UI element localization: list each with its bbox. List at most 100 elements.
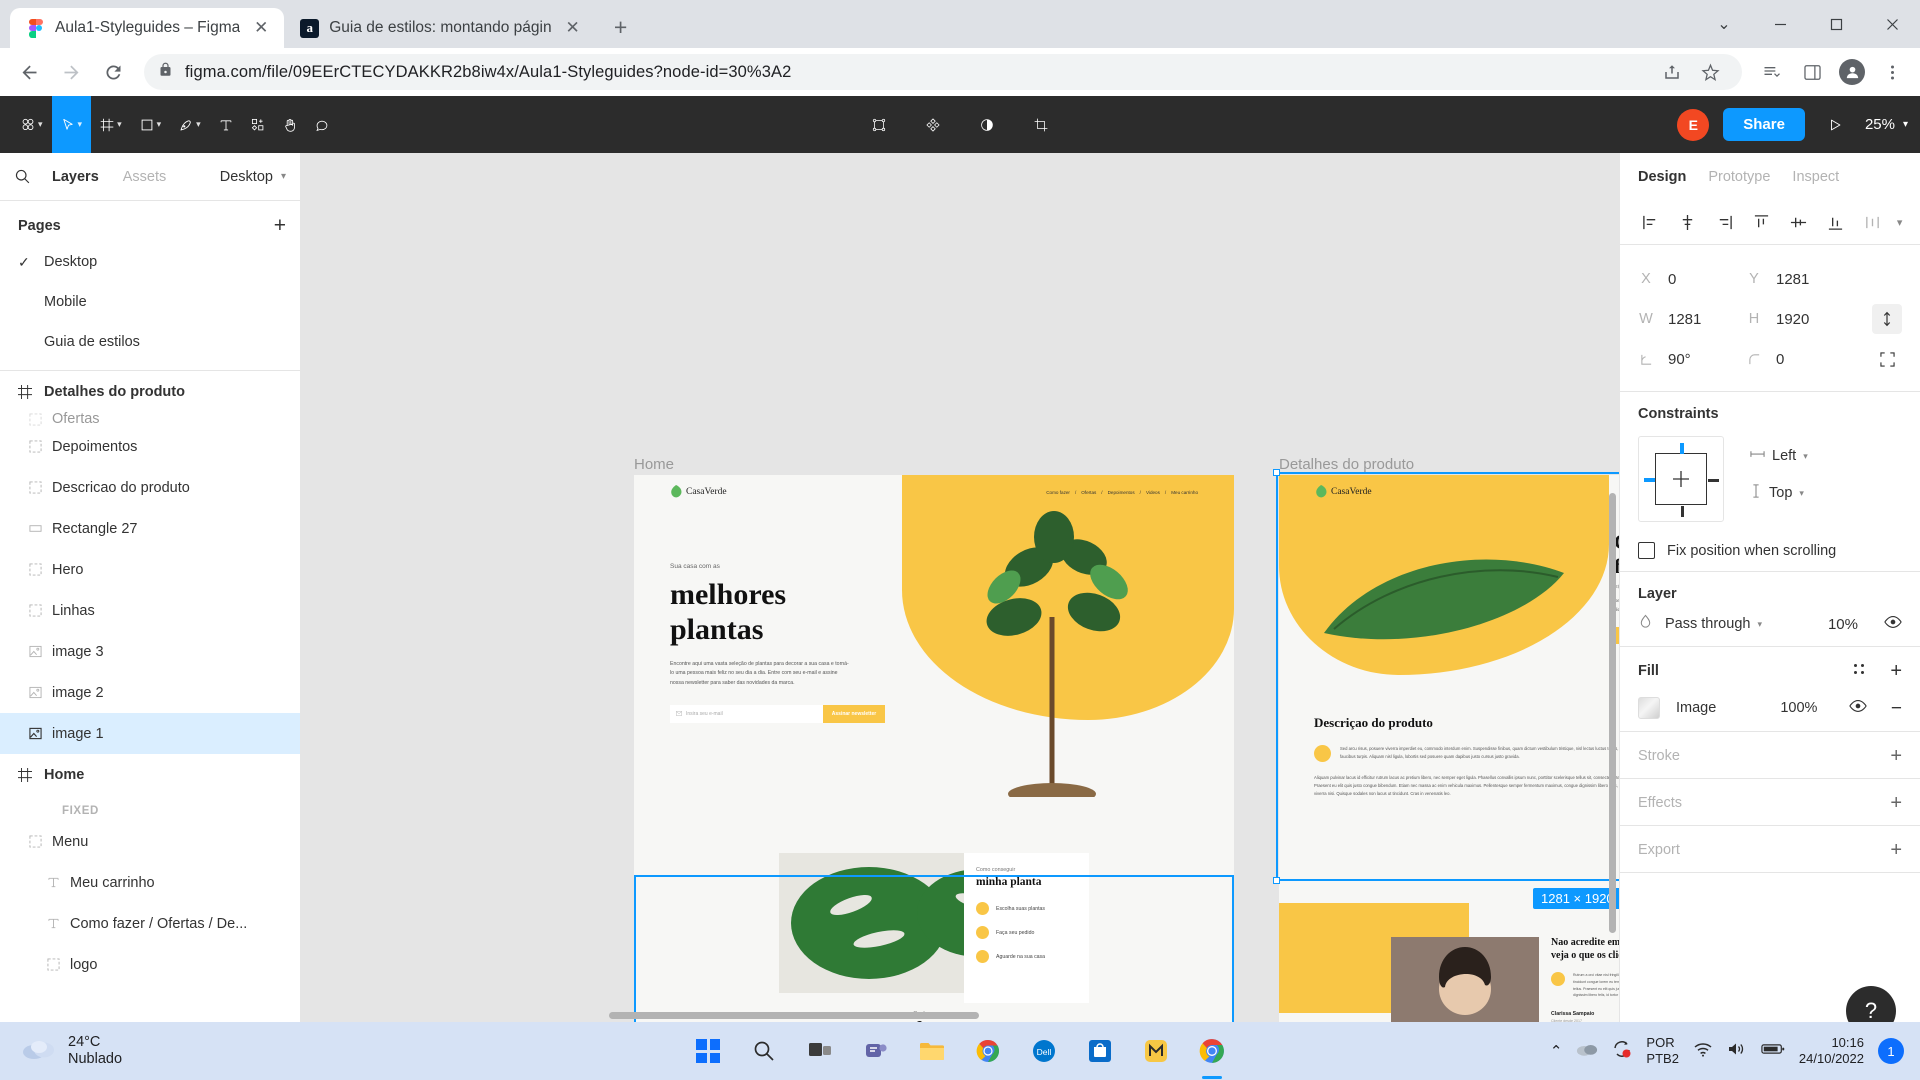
align-left-icon[interactable] [1632, 205, 1669, 241]
wifi-icon[interactable] [1693, 1041, 1713, 1062]
clock-widget[interactable]: 10:16 24/10/2022 [1799, 1035, 1864, 1068]
constraint-tick-left[interactable] [1644, 478, 1655, 482]
canvas-horizontal-scrollbar[interactable] [609, 1012, 979, 1019]
nav-link[interactable]: Ofertas [1081, 490, 1096, 495]
align-horizontal-center-icon[interactable] [1669, 205, 1706, 241]
teams-icon[interactable] [859, 1034, 893, 1068]
contrast-icon[interactable] [971, 96, 1003, 153]
minimize-icon[interactable] [1752, 0, 1808, 48]
tab-design[interactable]: Design [1638, 169, 1686, 185]
browser-tab-figma[interactable]: Aula1-Styleguides – Figma ✕ [10, 8, 285, 48]
new-tab-button[interactable]: + [604, 10, 638, 44]
notification-badge[interactable]: 1 [1878, 1038, 1904, 1064]
text-tool[interactable] [210, 96, 242, 153]
chrome-icon[interactable] [971, 1034, 1005, 1068]
close-icon[interactable]: ✕ [562, 17, 584, 39]
page-item-mobile[interactable]: Mobile [0, 282, 300, 322]
chevron-down-icon[interactable]: ⌄ [1696, 0, 1752, 48]
nav-link[interactable]: Como fazer [1046, 490, 1070, 495]
component-tool[interactable] [242, 96, 274, 153]
maximize-icon[interactable] [1808, 0, 1864, 48]
task-view-icon[interactable] [803, 1034, 837, 1068]
add-effect-button[interactable]: + [1890, 793, 1902, 813]
reading-list-icon[interactable] [1754, 54, 1790, 90]
add-stroke-button[interactable]: + [1890, 746, 1902, 766]
layer-item-image-3[interactable]: image 3 [0, 631, 300, 672]
constrain-proportions-icon[interactable] [1872, 304, 1902, 334]
chrome-menu-icon[interactable] [1874, 54, 1910, 90]
align-top-icon[interactable] [1743, 205, 1780, 241]
email-input[interactable]: Insira seu e-mail [670, 704, 823, 723]
share-icon[interactable] [1654, 54, 1690, 90]
align-vertical-center-icon[interactable] [1780, 205, 1817, 241]
layer-opacity-value[interactable]: 10% [1828, 616, 1858, 633]
crop-icon[interactable] [1025, 96, 1057, 153]
constraint-tick-right[interactable] [1708, 478, 1719, 482]
independent-corners-icon[interactable] [1872, 344, 1902, 374]
zoom-control[interactable]: 25% ▾ [1865, 116, 1908, 133]
frame-label-detalhes[interactable]: Detalhes do produto [1279, 456, 1414, 473]
nav-link[interactable]: Meu carrinho [1171, 490, 1198, 495]
add-fill-button[interactable]: + [1890, 661, 1902, 681]
browser-tab-alura[interactable]: a Guia de estilos: montando págin ✕ [284, 8, 596, 48]
layer-item-image-1[interactable]: image 1 [0, 713, 300, 754]
figma-canvas[interactable]: Home Detalhes do produto CasaVerde Como … [301, 153, 1619, 1022]
align-bottom-icon[interactable] [1817, 205, 1854, 241]
side-panel-icon[interactable] [1794, 54, 1830, 90]
fill-swatch[interactable] [1638, 697, 1660, 719]
figma-menu-button[interactable]: ▾ [12, 96, 52, 153]
back-icon[interactable] [10, 53, 48, 91]
layer-item-home[interactable]: Home [0, 754, 300, 795]
dell-icon[interactable]: Dell [1027, 1034, 1061, 1068]
layer-item-meu-carrinho[interactable]: Meu carrinho [0, 862, 300, 903]
layer-item-hero[interactable]: Hero [0, 549, 300, 590]
page-item-guia-de-estilos[interactable]: Guia de estilos [0, 322, 300, 362]
volume-icon[interactable] [1727, 1041, 1747, 1062]
present-button[interactable] [1819, 96, 1851, 153]
x-value[interactable]: 0 [1668, 271, 1676, 288]
file-explorer-icon[interactable] [915, 1034, 949, 1068]
comment-tool[interactable] [306, 96, 338, 153]
eye-icon[interactable] [1849, 699, 1867, 718]
newsletter-form[interactable]: Insira seu e-mail Assinar newsletter [670, 704, 885, 723]
constraint-vertical-dropdown[interactable]: Top ▾ [1750, 484, 1808, 502]
forward-icon[interactable] [52, 53, 90, 91]
frame-label-home[interactable]: Home [634, 456, 674, 473]
artboard-home[interactable]: CasaVerde Como fazer / Ofertas / Depoiment… [634, 475, 1234, 1022]
battery-icon[interactable] [1761, 1042, 1785, 1061]
eye-icon[interactable] [1884, 615, 1902, 634]
search-icon[interactable] [14, 168, 40, 185]
fix-position-row[interactable]: Fix position when scrolling [1638, 542, 1902, 559]
page-selector[interactable]: Desktop ▾ [220, 169, 286, 185]
start-icon[interactable] [691, 1034, 725, 1068]
nav-link[interactable]: Depoimentos [1108, 490, 1135, 495]
close-window-icon[interactable] [1864, 0, 1920, 48]
h-value[interactable]: 1920 [1776, 311, 1809, 328]
page-item-desktop[interactable]: ✓ Desktop [0, 242, 300, 282]
weather-widget[interactable]: 24°C Nublado [0, 1034, 122, 1069]
layer-item-linhas[interactable]: Linhas [0, 590, 300, 631]
share-button[interactable]: Share [1723, 108, 1805, 141]
constraint-horizontal-dropdown[interactable]: Left ▾ [1750, 448, 1808, 464]
layer-item-ofertas[interactable]: Ofertas [0, 412, 300, 426]
layer-item-descricao-do-produto[interactable]: Descricao do produto [0, 467, 300, 508]
corner-radius-value[interactable]: 0 [1776, 351, 1784, 368]
selection-handle-bl[interactable] [1273, 877, 1280, 884]
plugins-icon[interactable] [917, 96, 949, 153]
layer-item-menu[interactable]: Menu [0, 821, 300, 862]
layer-item-detalhes-do-produto[interactable]: Detalhes do produto [0, 371, 300, 412]
layer-item-como-fazer-ofertas[interactable]: Como fazer / Ofertas / De... [0, 903, 300, 944]
shape-tool[interactable]: ▾ [131, 96, 171, 153]
tab-inspect[interactable]: Inspect [1792, 169, 1839, 185]
constraint-tick-bottom[interactable] [1680, 506, 1684, 517]
search-icon[interactable] [747, 1034, 781, 1068]
bookmark-star-icon[interactable] [1692, 54, 1728, 90]
component-icon[interactable] [863, 96, 895, 153]
y-value[interactable]: 1281 [1776, 271, 1809, 288]
nav-link[interactable]: Videos [1146, 490, 1160, 495]
layers-list[interactable]: Detalhes do produto Ofertas Depoimentos … [0, 371, 300, 1022]
add-page-button[interactable]: + [274, 215, 286, 236]
m-app-icon[interactable] [1139, 1034, 1173, 1068]
add-export-button[interactable]: + [1890, 840, 1902, 860]
layer-item-logo[interactable]: logo [0, 944, 300, 985]
